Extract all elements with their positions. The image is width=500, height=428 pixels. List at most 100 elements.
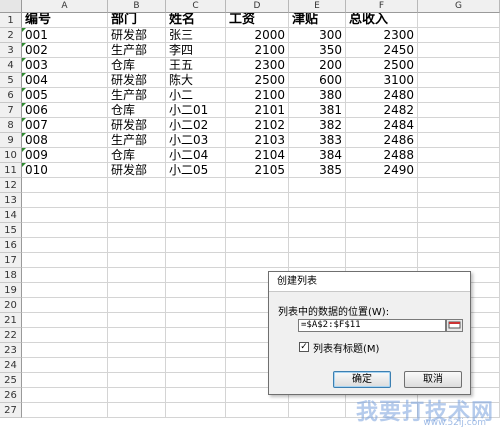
row-header[interactable]: 8: [0, 118, 22, 133]
select-all-corner[interactable]: [0, 0, 22, 13]
column-header-d[interactable]: D: [226, 0, 289, 13]
cell[interactable]: 200: [289, 58, 346, 73]
cell[interactable]: [166, 388, 226, 403]
cell[interactable]: [108, 238, 166, 253]
column-header-c[interactable]: C: [166, 0, 226, 13]
cell[interactable]: 2500: [346, 58, 418, 73]
cell[interactable]: 小二01: [166, 103, 226, 118]
cell[interactable]: [22, 253, 108, 268]
row-header[interactable]: 11: [0, 163, 22, 178]
cell[interactable]: [346, 193, 418, 208]
cell[interactable]: [346, 208, 418, 223]
cell[interactable]: 2104: [226, 148, 289, 163]
cell[interactable]: 2101: [226, 103, 289, 118]
cell[interactable]: 385: [289, 163, 346, 178]
cell[interactable]: 2488: [346, 148, 418, 163]
row-header[interactable]: 13: [0, 193, 22, 208]
row-header[interactable]: 17: [0, 253, 22, 268]
cell[interactable]: [418, 118, 500, 133]
row-header[interactable]: 20: [0, 298, 22, 313]
cell[interactable]: 2450: [346, 43, 418, 58]
row-header[interactable]: 22: [0, 328, 22, 343]
cell[interactable]: [22, 343, 108, 358]
cell[interactable]: 2480: [346, 88, 418, 103]
cell[interactable]: [418, 193, 500, 208]
cell[interactable]: 383: [289, 133, 346, 148]
cell[interactable]: [418, 58, 500, 73]
cell[interactable]: [289, 208, 346, 223]
cell[interactable]: [166, 178, 226, 193]
cell[interactable]: [346, 223, 418, 238]
cell[interactable]: [108, 268, 166, 283]
cell[interactable]: 2486: [346, 133, 418, 148]
cell[interactable]: 004: [22, 73, 108, 88]
has-headers-checkbox[interactable]: ✓: [299, 342, 309, 352]
row-header[interactable]: 12: [0, 178, 22, 193]
row-header[interactable]: 10: [0, 148, 22, 163]
cell[interactable]: 010: [22, 163, 108, 178]
cell[interactable]: 仓库: [108, 58, 166, 73]
cell[interactable]: [289, 223, 346, 238]
cell[interactable]: [346, 238, 418, 253]
cell[interactable]: [108, 178, 166, 193]
row-header[interactable]: 21: [0, 313, 22, 328]
cell[interactable]: 小二: [166, 88, 226, 103]
cell[interactable]: [418, 208, 500, 223]
cell[interactable]: 2300: [346, 28, 418, 43]
cell[interactable]: 300: [289, 28, 346, 43]
cell[interactable]: 小二04: [166, 148, 226, 163]
cell[interactable]: 研发部: [108, 28, 166, 43]
cell[interactable]: [418, 103, 500, 118]
cell[interactable]: [22, 373, 108, 388]
cell[interactable]: 007: [22, 118, 108, 133]
cell[interactable]: [22, 238, 108, 253]
cell[interactable]: 006: [22, 103, 108, 118]
cell[interactable]: [226, 193, 289, 208]
cell[interactable]: 仓库: [108, 148, 166, 163]
cell[interactable]: [226, 403, 289, 418]
cell[interactable]: [418, 43, 500, 58]
cell[interactable]: 2103: [226, 133, 289, 148]
cell[interactable]: 2102: [226, 118, 289, 133]
cell[interactable]: [166, 343, 226, 358]
cell[interactable]: 生产部: [108, 43, 166, 58]
cell[interactable]: [108, 328, 166, 343]
cell[interactable]: [346, 178, 418, 193]
column-header-b[interactable]: B: [108, 0, 166, 13]
row-header[interactable]: 4: [0, 58, 22, 73]
cell[interactable]: 2100: [226, 88, 289, 103]
cell[interactable]: 小二03: [166, 133, 226, 148]
cell[interactable]: 姓名: [166, 13, 226, 28]
cell[interactable]: [22, 403, 108, 418]
cell[interactable]: [22, 358, 108, 373]
cell[interactable]: [22, 223, 108, 238]
cell[interactable]: 600: [289, 73, 346, 88]
cell[interactable]: [166, 268, 226, 283]
row-header[interactable]: 7: [0, 103, 22, 118]
row-header[interactable]: 18: [0, 268, 22, 283]
cell[interactable]: 工资: [226, 13, 289, 28]
cell[interactable]: 部门: [108, 13, 166, 28]
row-header[interactable]: 25: [0, 373, 22, 388]
cell[interactable]: [289, 238, 346, 253]
cell[interactable]: [166, 313, 226, 328]
cell[interactable]: 仓库: [108, 103, 166, 118]
cell[interactable]: 生产部: [108, 133, 166, 148]
cell[interactable]: [418, 73, 500, 88]
cell[interactable]: [22, 313, 108, 328]
cell[interactable]: 研发部: [108, 73, 166, 88]
cell[interactable]: [166, 238, 226, 253]
cell[interactable]: 2100: [226, 43, 289, 58]
cell[interactable]: 381: [289, 103, 346, 118]
row-header[interactable]: 27: [0, 403, 22, 418]
cell[interactable]: 陈大: [166, 73, 226, 88]
cell[interactable]: 生产部: [108, 88, 166, 103]
cell[interactable]: [108, 298, 166, 313]
cell[interactable]: 编号: [22, 13, 108, 28]
cell[interactable]: [226, 208, 289, 223]
row-header[interactable]: 3: [0, 43, 22, 58]
cell[interactable]: 384: [289, 148, 346, 163]
cell[interactable]: 2490: [346, 163, 418, 178]
cell[interactable]: [166, 328, 226, 343]
cell[interactable]: 王五: [166, 58, 226, 73]
